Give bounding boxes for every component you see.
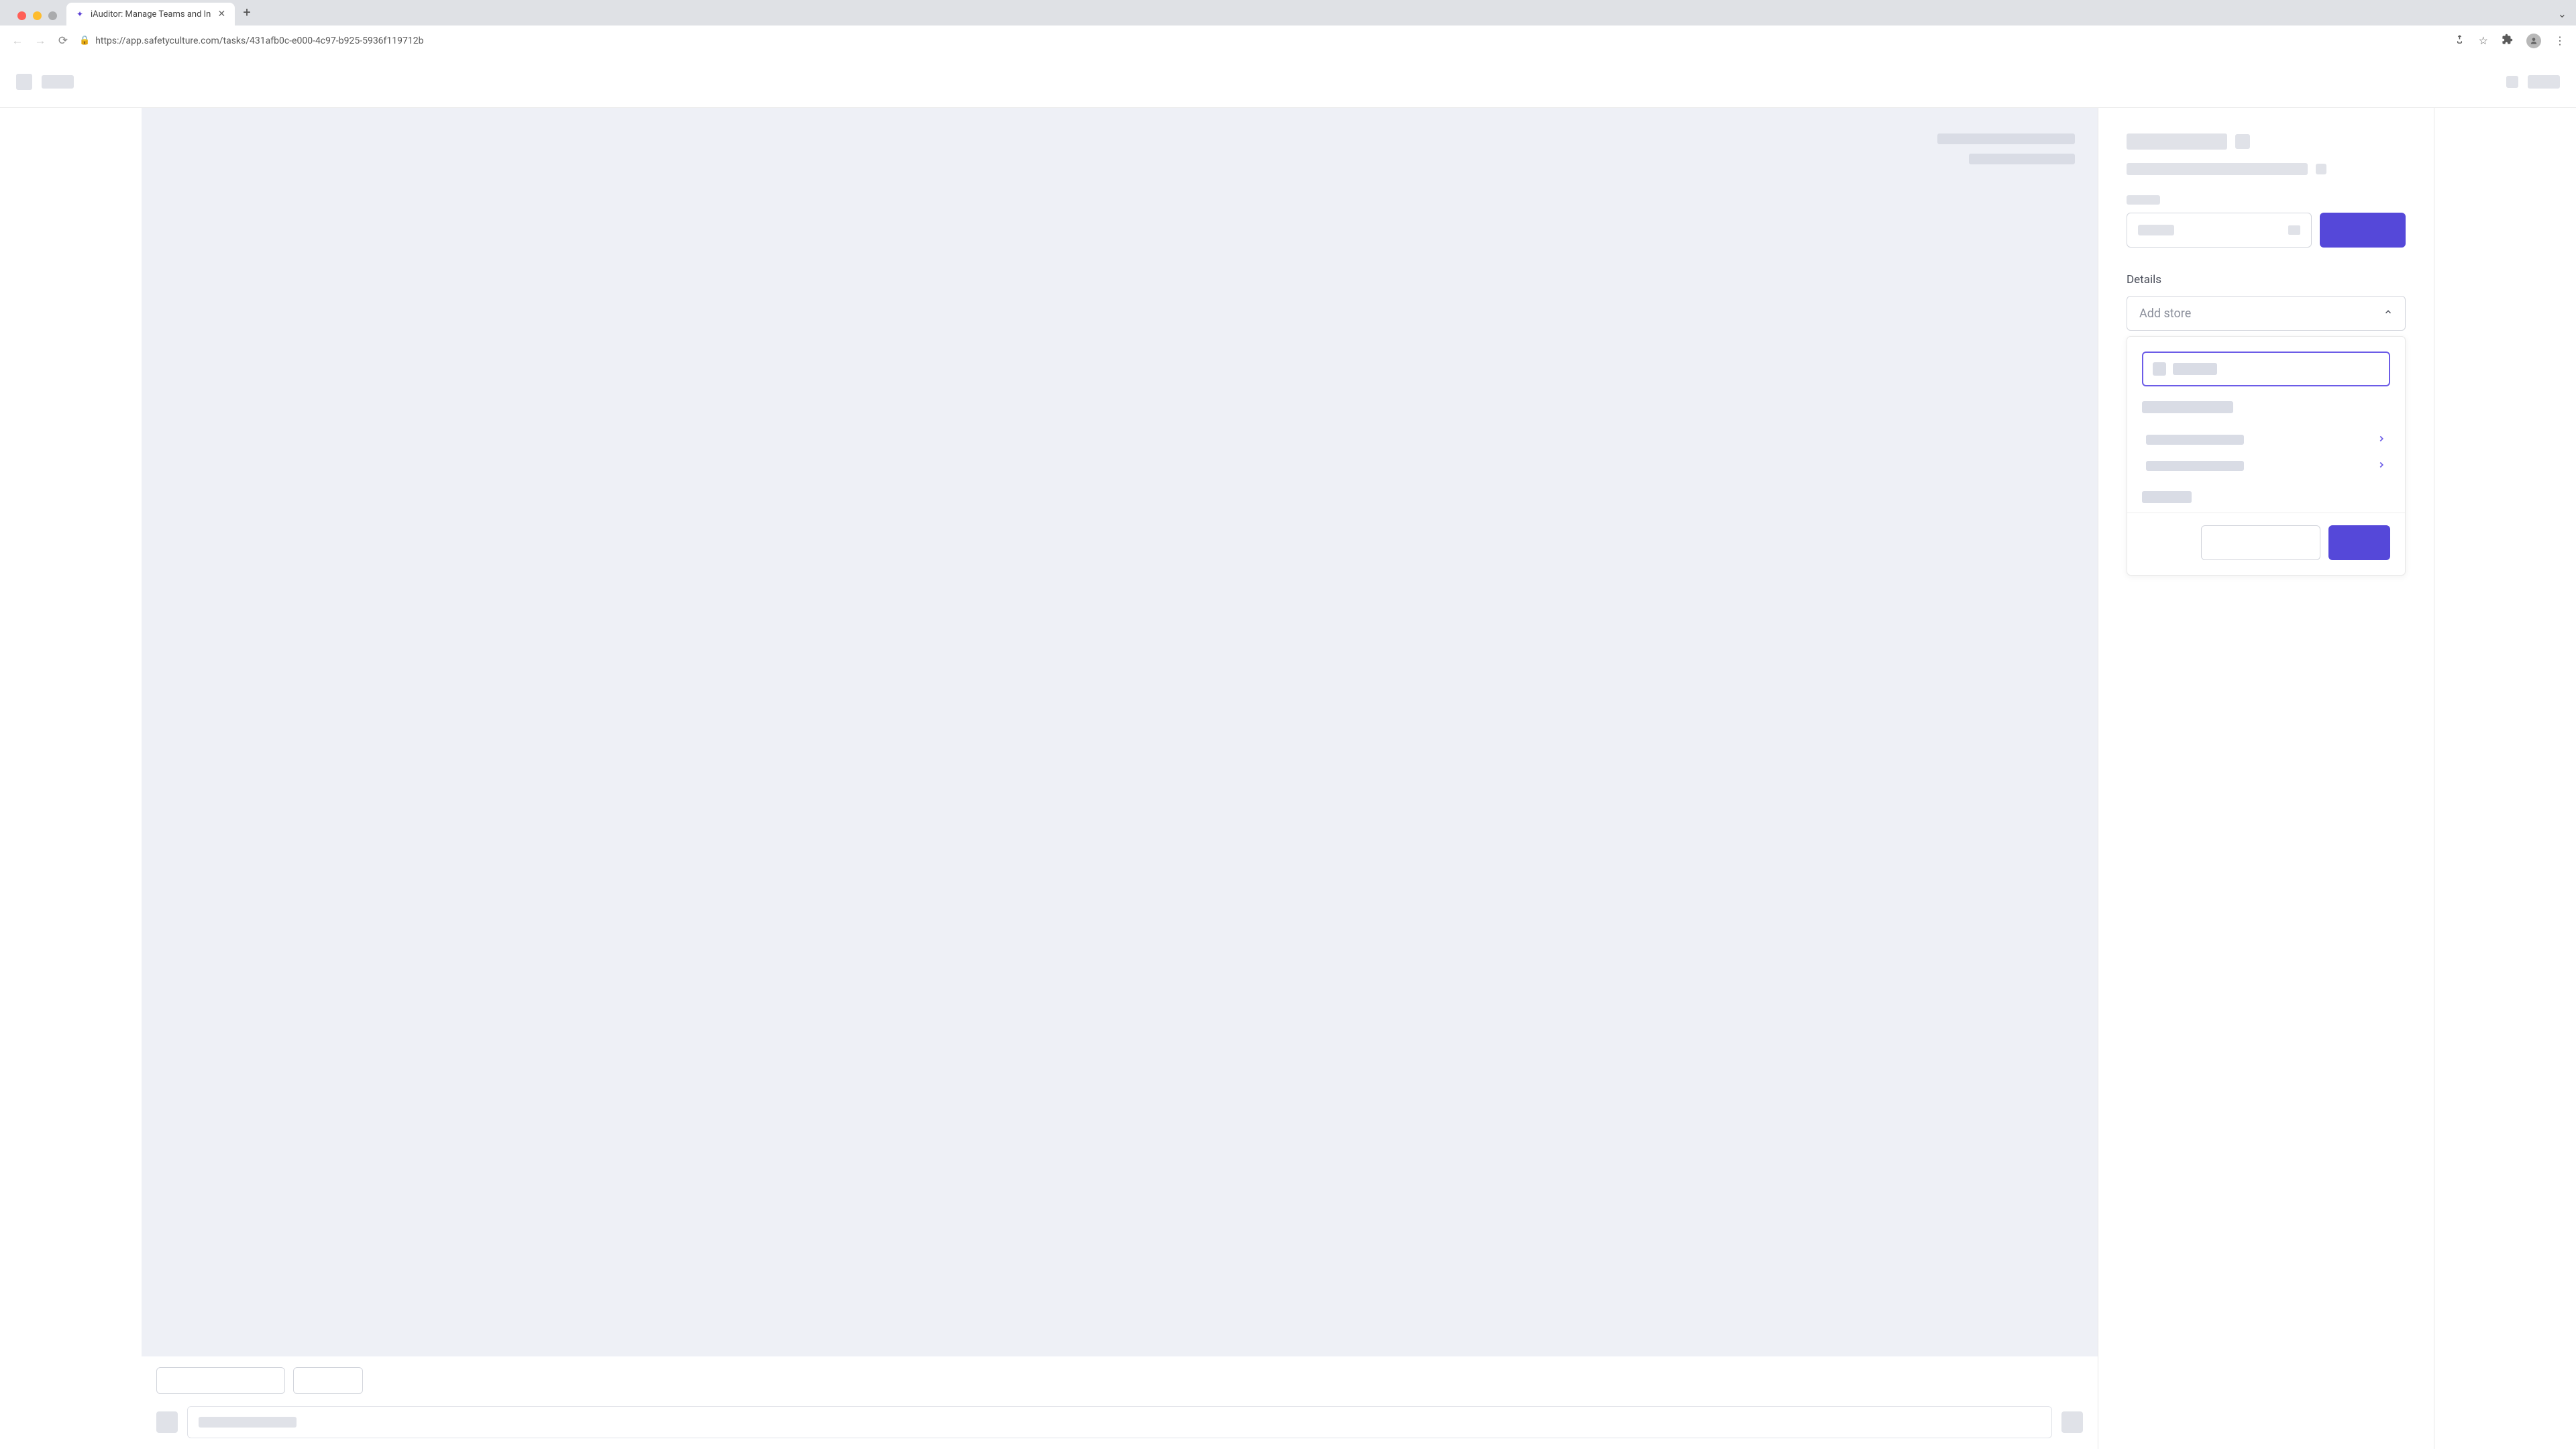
forward-button[interactable]: → <box>34 34 47 48</box>
tabs-dropdown-icon[interactable]: ⌄ <box>2558 7 2576 25</box>
bottom-bar <box>142 1356 2098 1449</box>
tab-favicon-icon: ✦ <box>74 9 85 19</box>
minimize-window-icon[interactable] <box>33 11 42 20</box>
app-header <box>0 56 2576 108</box>
toolbar-icons: ☆ ⋮ <box>2454 34 2565 48</box>
store-option-label-skeleton <box>2146 435 2244 445</box>
app-header-right <box>2506 75 2560 89</box>
close-window-icon[interactable] <box>17 11 26 20</box>
comment-input[interactable] <box>187 1406 2052 1438</box>
send-button-skeleton[interactable] <box>2061 1411 2083 1433</box>
panel-actions <box>2127 513 2405 560</box>
tab-bar: ✦ iAuditor: Manage Teams and In ✕ + ⌄ <box>0 0 2576 25</box>
app-header-left <box>16 74 74 90</box>
chevron-down-icon <box>2288 225 2300 235</box>
left-panel <box>0 108 2098 1449</box>
app-title-skeleton <box>42 75 74 89</box>
status-value-skeleton <box>2138 225 2174 235</box>
details-section-title: Details <box>2127 273 2406 286</box>
status-select[interactable] <box>2127 213 2312 248</box>
bottom-actions <box>156 1367 2083 1394</box>
close-tab-icon[interactable]: ✕ <box>216 9 227 19</box>
comment-placeholder-skeleton <box>199 1417 297 1428</box>
menu-icon[interactable]: ⋮ <box>2555 34 2565 47</box>
new-tab-button[interactable]: + <box>235 1 258 25</box>
store-option[interactable] <box>2142 453 2390 479</box>
add-store-dropdown[interactable]: Add store <box>2127 296 2406 331</box>
tab-title: iAuditor: Manage Teams and In <box>91 9 211 19</box>
store-option[interactable] <box>2142 427 2390 453</box>
store-dropdown-panel <box>2127 336 2406 576</box>
back-button[interactable]: ← <box>11 34 24 48</box>
bookmark-icon[interactable]: ☆ <box>2479 34 2488 47</box>
title-icon-skeleton <box>2235 134 2250 149</box>
chevron-right-icon <box>2377 460 2386 472</box>
search-placeholder-skeleton <box>2173 363 2217 375</box>
maximize-window-icon[interactable] <box>48 11 57 20</box>
canvas-area <box>142 108 2098 1356</box>
title-skeleton <box>2127 133 2227 150</box>
browser-chrome: ✦ iAuditor: Manage Teams and In ✕ + ⌄ ← … <box>0 0 2576 56</box>
app-logo-skeleton <box>16 74 32 90</box>
right-spacer <box>2434 108 2576 1449</box>
subtitle-skeleton <box>2127 163 2308 175</box>
lock-icon: 🔒 <box>79 36 90 46</box>
window-controls <box>15 11 66 25</box>
list-header-skeleton <box>2142 401 2233 413</box>
primary-action-button[interactable] <box>2320 213 2406 248</box>
status-row <box>2127 213 2406 248</box>
right-panel: Details Add store <box>2098 108 2434 1449</box>
header-user-skeleton <box>2528 75 2560 89</box>
subtitle-row <box>2127 163 2406 175</box>
main-content: Details Add store <box>0 108 2576 1449</box>
canvas-meta-skeleton <box>1937 133 2075 174</box>
add-store-placeholder: Add store <box>2139 307 2191 321</box>
bottom-action-button-1[interactable] <box>156 1367 285 1394</box>
extensions-icon[interactable] <box>2502 34 2513 48</box>
comment-row <box>156 1406 2083 1438</box>
reload-button[interactable]: ⟳ <box>56 34 70 48</box>
title-row <box>2127 133 2406 150</box>
address-bar: ← → ⟳ 🔒 https://app.safetyculture.com/ta… <box>0 25 2576 56</box>
browser-tab[interactable]: ✦ iAuditor: Manage Teams and In ✕ <box>66 3 235 25</box>
store-option-label-skeleton <box>2146 461 2244 471</box>
confirm-button[interactable] <box>2328 525 2390 560</box>
url-field[interactable]: 🔒 https://app.safetyculture.com/tasks/43… <box>79 36 2445 46</box>
profile-icon[interactable] <box>2526 34 2541 48</box>
store-search-input[interactable] <box>2142 352 2390 386</box>
subtitle-icon-skeleton <box>2316 164 2326 174</box>
search-icon <box>2153 362 2166 376</box>
chevron-right-icon <box>2377 433 2386 446</box>
skeleton-line <box>1937 133 2075 144</box>
list-footer-skeleton <box>2142 491 2192 503</box>
url-text: https://app.safetyculture.com/tasks/431a… <box>95 36 423 46</box>
label-skeleton <box>2127 195 2160 205</box>
cancel-button[interactable] <box>2201 525 2320 560</box>
chevron-up-icon <box>2383 307 2393 319</box>
avatar-skeleton <box>156 1411 178 1433</box>
share-icon[interactable] <box>2454 34 2465 48</box>
bottom-action-button-2[interactable] <box>293 1367 363 1394</box>
header-icon-skeleton <box>2506 76 2518 88</box>
skeleton-line <box>1969 154 2075 164</box>
